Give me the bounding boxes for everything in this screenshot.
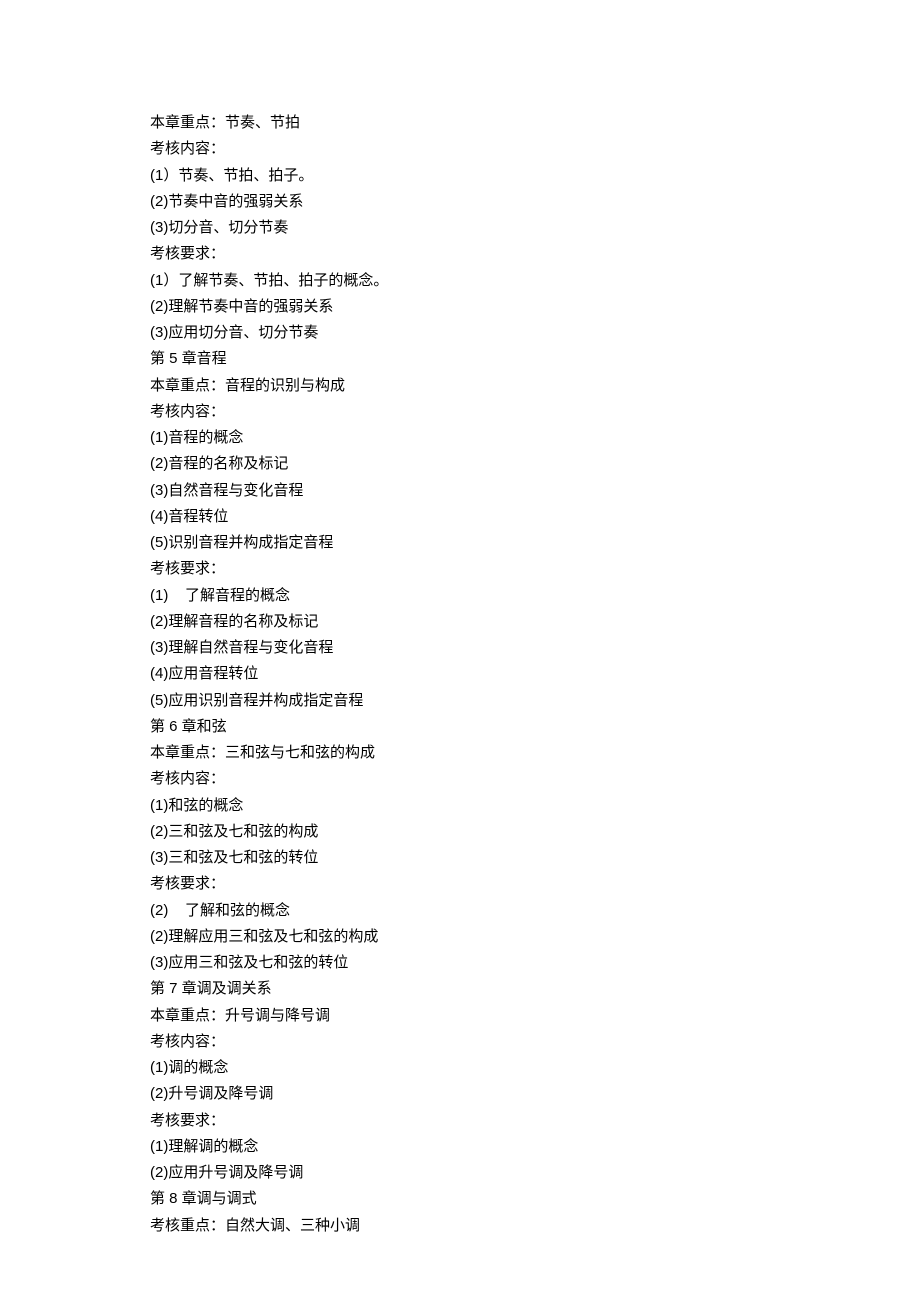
text-line: (3)应用切分音、切分节奏	[150, 320, 770, 346]
text-line: 本章重点：音程的识别与构成	[150, 373, 770, 399]
text-line: (1)理解调的概念	[150, 1134, 770, 1160]
text-line: (2)理解音程的名称及标记	[150, 609, 770, 635]
text-line: 考核内容：	[150, 766, 770, 792]
text-line: 第 6 章和弦	[150, 714, 770, 740]
text-line: 考核内容：	[150, 399, 770, 425]
text-line: 本章重点：三和弦与七和弦的构成	[150, 740, 770, 766]
text-line: (1）节奏、节拍、拍子。	[150, 163, 770, 189]
text-line: 本章重点：升号调与降号调	[150, 1003, 770, 1029]
text-line: 本章重点：节奏、节拍	[150, 110, 770, 136]
text-line: (3)切分音、切分节奏	[150, 215, 770, 241]
text-line: (1) 了解音程的概念	[150, 583, 770, 609]
text-line: (3)三和弦及七和弦的转位	[150, 845, 770, 871]
text-line: (5)应用识别音程并构成指定音程	[150, 688, 770, 714]
text-line: (3)自然音程与变化音程	[150, 478, 770, 504]
text-line: (1)和弦的概念	[150, 793, 770, 819]
text-line: (2)音程的名称及标记	[150, 451, 770, 477]
text-line: 第 7 章调及调关系	[150, 976, 770, 1002]
text-line: (3)应用三和弦及七和弦的转位	[150, 950, 770, 976]
document-page: 本章重点：节奏、节拍 考核内容： (1）节奏、节拍、拍子。 (2)节奏中音的强弱…	[0, 0, 920, 1301]
text-line: (4)应用音程转位	[150, 661, 770, 687]
text-line: 考核内容：	[150, 1029, 770, 1055]
text-line: (2) 了解和弦的概念	[150, 898, 770, 924]
text-line: (4)音程转位	[150, 504, 770, 530]
text-line: (2)理解应用三和弦及七和弦的构成	[150, 924, 770, 950]
text-line: 考核要求：	[150, 556, 770, 582]
text-line: (1)调的概念	[150, 1055, 770, 1081]
text-line: (2)理解节奏中音的强弱关系	[150, 294, 770, 320]
text-line: 考核要求：	[150, 1108, 770, 1134]
text-line: 考核重点：自然大调、三种小调	[150, 1213, 770, 1239]
text-line: (5)识别音程并构成指定音程	[150, 530, 770, 556]
text-line: 考核要求：	[150, 871, 770, 897]
text-line: 考核内容：	[150, 136, 770, 162]
text-line: 第 5 章音程	[150, 346, 770, 372]
text-line: (1)音程的概念	[150, 425, 770, 451]
text-line: (3)理解自然音程与变化音程	[150, 635, 770, 661]
text-line: 考核要求：	[150, 241, 770, 267]
text-line: (2)三和弦及七和弦的构成	[150, 819, 770, 845]
text-line: (2)升号调及降号调	[150, 1081, 770, 1107]
text-line: (1）了解节奏、节拍、拍子的概念。	[150, 268, 770, 294]
text-line: (2)应用升号调及降号调	[150, 1160, 770, 1186]
text-line: 第 8 章调与调式	[150, 1186, 770, 1212]
text-line: (2)节奏中音的强弱关系	[150, 189, 770, 215]
